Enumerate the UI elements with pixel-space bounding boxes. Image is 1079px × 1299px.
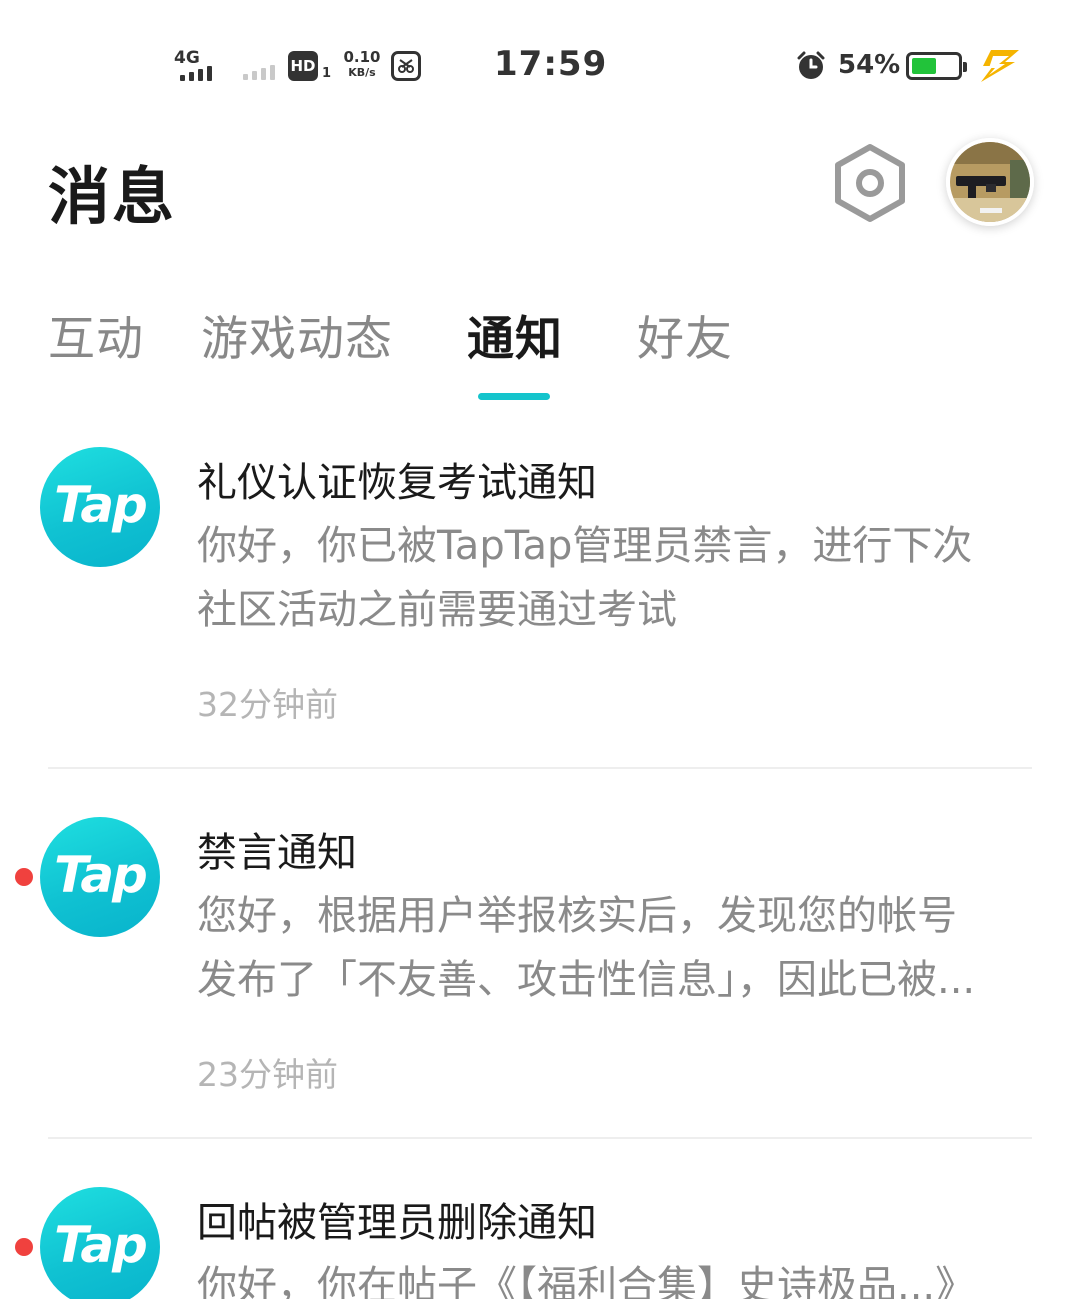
notification-time: 23分钟前 — [197, 1055, 338, 1094]
hexagon-settings-icon — [835, 144, 905, 222]
notification-body-line: 发布了「不友善、攻击性信息」，因此已被... — [197, 957, 976, 1003]
notification-item[interactable]: Tap 回帖被管理员删除通知 你好，你在帖子《【福利合集】史诗极品...》 — [0, 1170, 1079, 1299]
notification-title: 礼仪认证恢复考试通知 — [197, 460, 597, 506]
notification-body-line: 你好，你已被TapTap管理员禁言，进行下次 — [197, 523, 973, 569]
notification-title: 回帖被管理员删除通知 — [197, 1200, 597, 1246]
logo-text: Tap — [54, 1216, 148, 1274]
active-tab-indicator — [478, 393, 550, 400]
speed-unit: KB/s — [348, 66, 376, 79]
battery-level — [912, 58, 936, 74]
notification-body-line: 社区活动之前需要通过考试 — [197, 587, 677, 633]
hd-icon: HD — [288, 51, 318, 81]
notification-time: 32分钟前 — [197, 685, 338, 724]
secondary-signal-icon — [243, 65, 275, 80]
taptap-logo-icon: Tap — [40, 817, 160, 937]
avatar-image — [950, 142, 1030, 222]
user-avatar[interactable] — [946, 138, 1034, 226]
network-type-label: 4G — [174, 48, 200, 68]
page-title: 消息 — [48, 160, 177, 233]
divider — [48, 1137, 1032, 1139]
logo-text: Tap — [54, 846, 148, 904]
charging-icon — [975, 48, 1021, 84]
logo-text: Tap — [54, 476, 148, 534]
tab-notifications[interactable]: 通知 — [467, 300, 563, 369]
mobile-signal-icon: 4G — [172, 46, 222, 82]
notification-item[interactable]: Tap 礼仪认证恢复考试通知 你好，你已被TapTap管理员禁言，进行下次 社区… — [0, 430, 1079, 768]
notification-body: 你好，你在帖子《【福利合集】史诗极品...》 — [197, 1254, 1027, 1299]
message-tabs: 互动 游戏动态 通知 好友 — [0, 300, 1079, 410]
taptap-logo-icon: Tap — [40, 1187, 160, 1299]
settings-button[interactable] — [832, 143, 908, 223]
screenshot-app-icon — [391, 51, 421, 81]
notification-body: 你好，你已被TapTap管理员禁言，进行下次 社区活动之前需要通过考试 — [197, 514, 1027, 642]
tab-game-updates[interactable]: 游戏动态 — [201, 300, 393, 369]
notification-title: 禁言通知 — [197, 830, 357, 876]
speed-value: 0.10 — [343, 48, 381, 66]
battery-percent: 54% — [838, 50, 901, 80]
unread-dot — [15, 1238, 33, 1256]
tab-friends[interactable]: 好友 — [637, 300, 733, 369]
clock: 17:59 — [494, 44, 608, 84]
divider — [48, 767, 1032, 769]
notification-body: 您好，根据用户举报核实后，发现您的帐号 发布了「不友善、攻击性信息」，因此已被.… — [197, 884, 1027, 1012]
notification-body-line: 你好，你在帖子《【福利合集】史诗极品...》 — [197, 1263, 976, 1299]
battery-icon — [906, 52, 967, 80]
network-speed: 0.10 KB/s — [340, 50, 384, 80]
hd-sub-label: 1 — [322, 66, 332, 81]
tab-interaction[interactable]: 互动 — [48, 300, 144, 369]
taptap-logo-icon: Tap — [40, 447, 160, 567]
status-bar: 4G HD 1 0.10 KB/s 17:59 54% — [0, 0, 1079, 130]
unread-dot — [15, 868, 33, 886]
notification-item[interactable]: Tap 禁言通知 您好，根据用户举报核实后，发现您的帐号 发布了「不友善、攻击性… — [0, 800, 1079, 1138]
alarm-icon — [796, 51, 826, 81]
notification-body-line: 您好，根据用户举报核实后，发现您的帐号 — [197, 893, 957, 939]
signal-bars-icon — [180, 66, 212, 81]
